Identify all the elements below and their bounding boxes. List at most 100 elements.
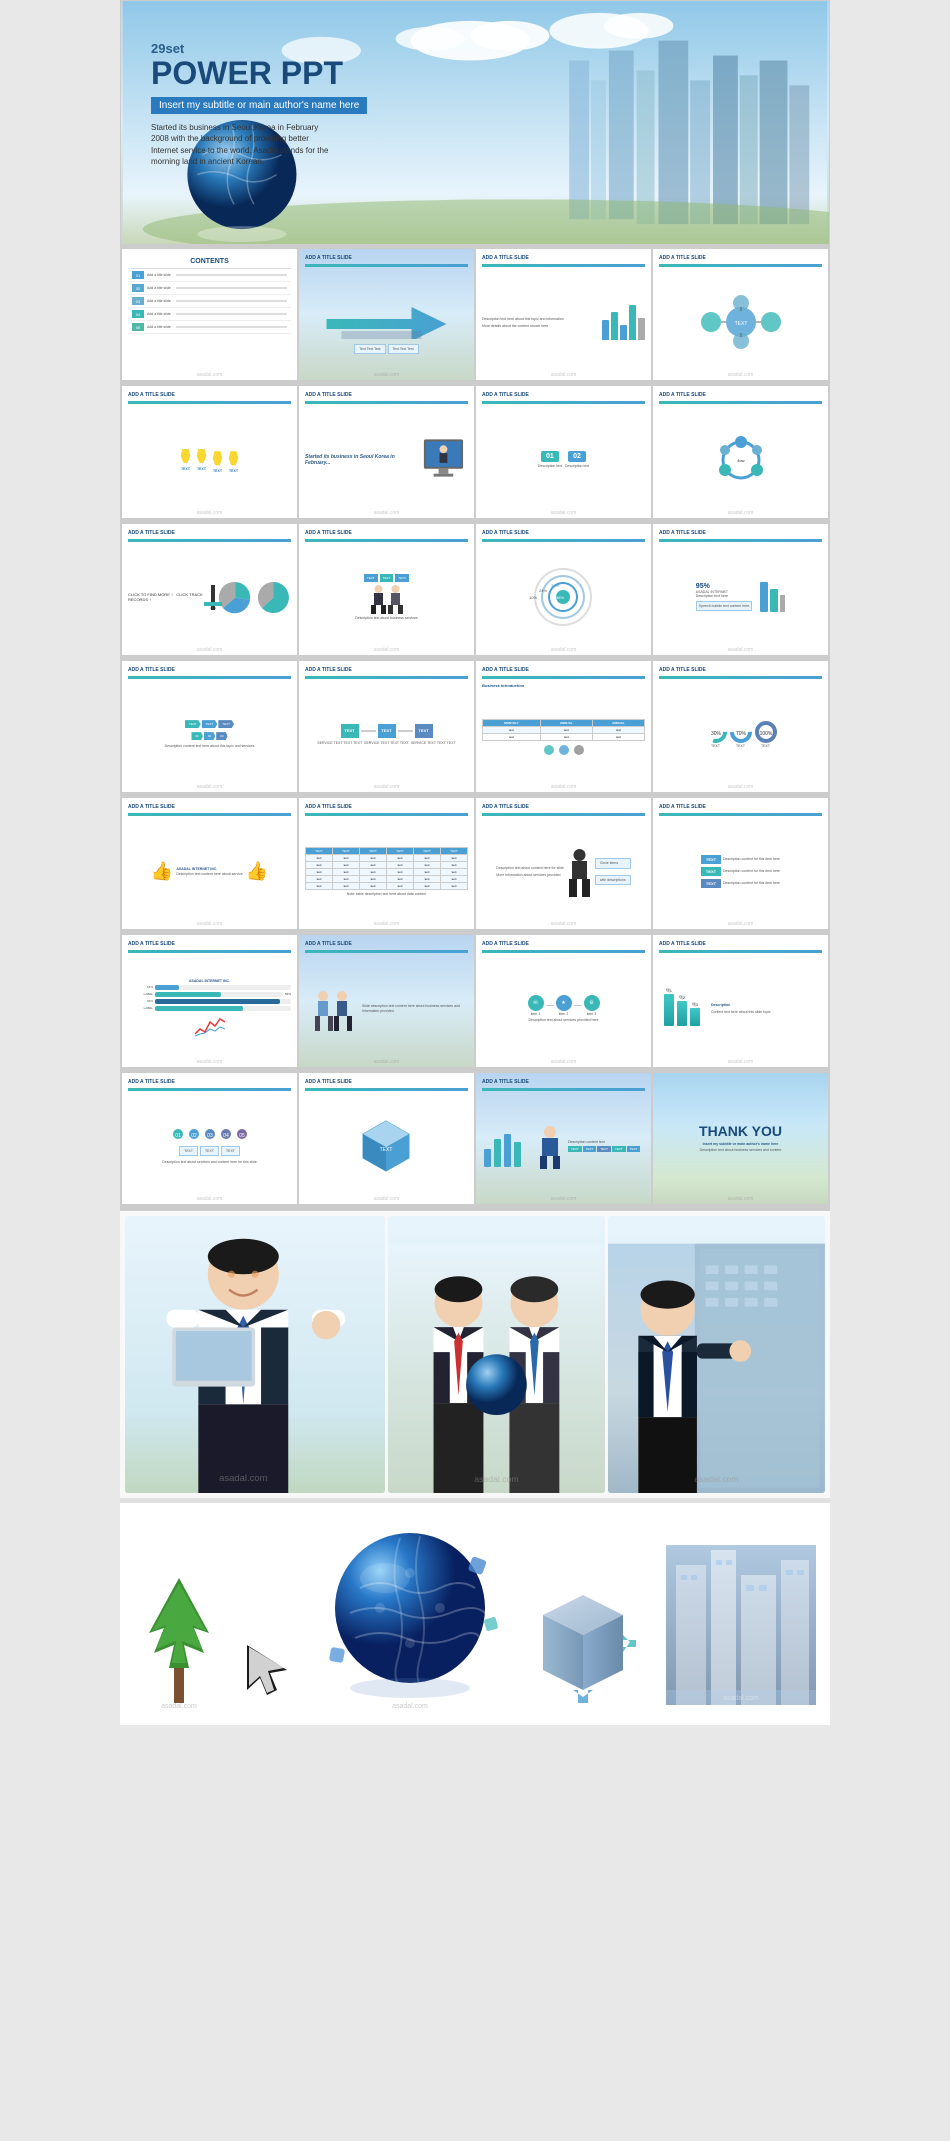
element-globe-large: asadal.com bbox=[320, 1518, 500, 1710]
slide-thumb-thankyou[interactable]: THANK YOU Insert my subtitle or main aut… bbox=[653, 1073, 828, 1204]
watermark-19: asadal.com bbox=[551, 921, 577, 927]
thankyou-subtext: Insert my subtitle or main author's name… bbox=[703, 1142, 779, 1146]
svg-text:텍3: 텍3 bbox=[692, 1001, 699, 1007]
slide-thumb-6[interactable]: ADD A TITLE SLIDE Started its business i… bbox=[299, 386, 474, 517]
tree-watermark: asadal.com bbox=[161, 1703, 197, 1710]
watermark-27: asadal.com bbox=[551, 1196, 577, 1202]
c-num-5: 05 bbox=[132, 323, 144, 331]
slides-row-1: CONTENTS 01 Add a title slide 02 Add a t… bbox=[120, 247, 830, 382]
slide-thumb-18[interactable]: ADD A TITLE SLIDE TEXTTEXTTEXTTEXTTEXTTE… bbox=[299, 798, 474, 929]
element-building: asadal.com bbox=[666, 1545, 816, 1710]
slide-thumb-contents[interactable]: CONTENTS 01 Add a title slide 02 Add a t… bbox=[122, 249, 297, 380]
slide-thumb-15[interactable]: ADD A TITLE SLIDE Business Introduction … bbox=[476, 661, 651, 792]
watermark-13: asadal.com bbox=[197, 784, 223, 790]
person-box-2: asadal.com bbox=[388, 1216, 605, 1493]
slide-thumb-9[interactable]: ADD A TITLE SLIDE CLICK TO FIND MORE ↑ C… bbox=[122, 524, 297, 655]
watermark-10: asadal.com bbox=[374, 647, 400, 653]
watermark-26: asadal.com bbox=[374, 1196, 400, 1202]
slide-6-title: ADD A TITLE SLIDE bbox=[305, 392, 468, 398]
slide-thumb-27[interactable]: ADD A TITLE SLIDE bbox=[476, 1073, 651, 1204]
watermark-9: asadal.com bbox=[197, 647, 223, 653]
c-text-3: Add a title slide bbox=[147, 299, 171, 304]
slide-thumb-21[interactable]: ADD A TITLE SLIDE ASADAL INTERNET INC. 1… bbox=[122, 935, 297, 1066]
svg-text:02: 02 bbox=[191, 1133, 197, 1139]
slides-row-4: ADD A TITLE SLIDE TEXT TEXT TEXT 01 02 0… bbox=[120, 659, 830, 794]
slide-thumb-8[interactable]: ADD A TITLE SLIDE flow asadal.com bbox=[653, 386, 828, 517]
watermark-18: asadal.com bbox=[374, 921, 400, 927]
slides-row-2: ADD A TITLE SLIDE TEXT TEXT TEXT bbox=[120, 384, 830, 519]
svg-text:01: 01 bbox=[175, 1133, 181, 1139]
slide-thumb-25[interactable]: ADD A TITLE SLIDE 01 02 03 04 05 bbox=[122, 1073, 297, 1204]
slide-thumb-5[interactable]: ADD A TITLE SLIDE TEXT TEXT TEXT bbox=[122, 386, 297, 517]
watermark-1: asadal.com bbox=[197, 372, 223, 378]
slides-row-5: ADD A TITLE SLIDE 👍 ASADAL INTERNET INC.… bbox=[120, 796, 830, 931]
slide-26-title: ADD A TITLE SLIDE bbox=[305, 1079, 468, 1085]
slide-11-title: ADD A TITLE SLIDE bbox=[482, 530, 645, 536]
watermark-11: asadal.com bbox=[551, 647, 577, 653]
main-container: asadal.com bbox=[120, 0, 830, 1725]
watermark-20: asadal.com bbox=[728, 921, 754, 927]
element-cube-3d bbox=[518, 1585, 648, 1710]
slide-thumb-7[interactable]: ADD A TITLE SLIDE 01 Description text 02… bbox=[476, 386, 651, 517]
contents-list: 01 Add a title slide 02 Add a title slid… bbox=[128, 269, 291, 334]
watermark-14: asadal.com bbox=[374, 784, 400, 790]
slide-thumb-26[interactable]: ADD A TITLE SLIDE TEXT asad bbox=[299, 1073, 474, 1204]
slide-thumb-13[interactable]: ADD A TITLE SLIDE TEXT TEXT TEXT 01 02 0… bbox=[122, 661, 297, 792]
large-people-section: asadal.com bbox=[120, 1211, 830, 1498]
c-num-1: 01 bbox=[132, 271, 144, 279]
slide-thumb-3[interactable]: ADD A TITLE SLIDE Description text here … bbox=[476, 249, 651, 380]
thankyou-text: THANK YOU bbox=[699, 1124, 782, 1139]
globe-watermark: asadal.com bbox=[320, 1703, 500, 1710]
slide-thumb-4[interactable]: ADD A TITLE SLIDE TEXT bbox=[653, 249, 828, 380]
slide-24-title: ADD A TITLE SLIDE bbox=[659, 941, 822, 947]
slide-thumb-19[interactable]: ADD A TITLE SLIDE Description text about… bbox=[476, 798, 651, 929]
slide-thumb-14[interactable]: ADD A TITLE SLIDE TEXT TEXT TEXT SERVICE… bbox=[299, 661, 474, 792]
slide-10-title: ADD A TITLE SLIDE bbox=[305, 530, 468, 536]
c-text-2: Add a title slide bbox=[147, 286, 171, 291]
watermark-8: asadal.com bbox=[728, 510, 754, 516]
watermark-15: asadal.com bbox=[551, 784, 577, 790]
slide-thumb-12[interactable]: ADD A TITLE SLIDE 95% ASADAL INTERNET De… bbox=[653, 524, 828, 655]
slide-thumb-23[interactable]: ADD A TITLE SLIDE ✉ item 1 ★ item 2 bbox=[476, 935, 651, 1066]
element-tree: asadal.com bbox=[134, 1573, 224, 1710]
slide-27-title: ADD A TITLE SLIDE bbox=[482, 1079, 645, 1085]
watermark-3: asadal.com bbox=[551, 372, 577, 378]
element-cursor bbox=[242, 1640, 302, 1710]
watermark-16: asadal.com bbox=[728, 784, 754, 790]
c-text-5: Add a title slide bbox=[147, 325, 171, 330]
slide-9-title: ADD A TITLE SLIDE bbox=[128, 530, 291, 536]
c-text-1: Add a title slide bbox=[147, 273, 171, 278]
slide-thumb-20[interactable]: ADD A TITLE SLIDE TEXT Description conte… bbox=[653, 798, 828, 929]
person-box-3: asadal.com bbox=[608, 1216, 825, 1493]
hero-slide: asadal.com bbox=[120, 0, 830, 245]
watermark-12: asadal.com bbox=[728, 647, 754, 653]
hero-subtitle: Insert my subtitle or main author's name… bbox=[151, 97, 367, 114]
hero-title-area: 29set POWER PPT Insert my subtitle or ma… bbox=[151, 41, 367, 167]
slide-13-title: ADD A TITLE SLIDE bbox=[128, 667, 291, 673]
slide-18-title: ADD A TITLE SLIDE bbox=[305, 804, 468, 810]
slide-16-title: ADD A TITLE SLIDE bbox=[659, 667, 822, 673]
svg-text:38%: 38% bbox=[551, 583, 559, 588]
set-label: 29set bbox=[151, 41, 367, 56]
svg-text:asadal.com: asadal.com bbox=[694, 1474, 738, 1484]
slide-8-title: ADD A TITLE SLIDE bbox=[659, 392, 822, 398]
svg-text:flow: flow bbox=[737, 458, 744, 463]
slide-19-title: ADD A TITLE SLIDE bbox=[482, 804, 645, 810]
slide-thumb-24[interactable]: ADD A TITLE SLIDE 텍1 bbox=[653, 935, 828, 1066]
slide-thumb-22[interactable]: ADD A TITLE SLIDE Sl bbox=[299, 935, 474, 1066]
slide-thumb-17[interactable]: ADD A TITLE SLIDE 👍 ASADAL INTERNET INC.… bbox=[122, 798, 297, 929]
watermark-25: asadal.com bbox=[197, 1196, 223, 1202]
slide-thumb-11[interactable]: ADD A TITLE SLIDE 10% 24% 38% 56% bbox=[476, 524, 651, 655]
svg-text:24%: 24% bbox=[539, 588, 547, 593]
svg-text:30%: 30% bbox=[710, 731, 721, 737]
slide-thumb-16[interactable]: ADD A TITLE SLIDE 30% TEXT 70% bbox=[653, 661, 828, 792]
c-num-2: 02 bbox=[132, 284, 144, 292]
bottom-elements-section: asadal.com bbox=[120, 1503, 830, 1725]
watermark-4: asadal.com bbox=[728, 372, 754, 378]
svg-text:56%: 56% bbox=[556, 595, 564, 600]
watermark-24: asadal.com bbox=[728, 1059, 754, 1065]
slide-thumb-2[interactable]: ADD A TITLE SLIDE bbox=[299, 249, 474, 380]
slide-thumb-10[interactable]: ADD A TITLE SLIDE TEXT TEXT TEXT bbox=[299, 524, 474, 655]
slide-22-title: ADD A TITLE SLIDE bbox=[305, 941, 468, 947]
watermark-23: asadal.com bbox=[551, 1059, 577, 1065]
